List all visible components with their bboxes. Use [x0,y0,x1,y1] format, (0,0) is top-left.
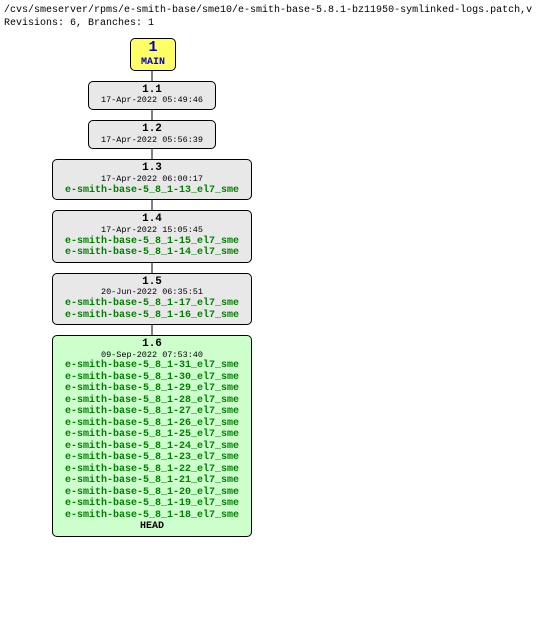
rev-1.4: 1.4 17-Apr-2022 15:05:45 e-smith-base-5_… [52,210,252,262]
rev-tag: e-smith-base-5_8_1-29_el7_sme [58,383,246,395]
rev-tag: e-smith-base-5_8_1-14_el7_sme [58,247,246,259]
rev-tag: e-smith-base-5_8_1-18_el7_sme [58,510,246,522]
rev-1.3: 1.3 17-Apr-2022 06:00:17 e-smith-base-5_… [52,159,252,200]
rev-tag: e-smith-base-5_8_1-24_el7_sme [58,441,246,453]
branch-main: 1 MAIN [130,38,176,71]
branch-main-label: MAIN [141,57,165,68]
revision-tree: 1 MAIN 1.1 17-Apr-2022 05:49:46 1.2 17-A… [4,38,544,537]
rev-tag: e-smith-base-5_8_1-17_el7_sme [58,298,246,310]
rev-date: 17-Apr-2022 05:56:39 [94,136,210,146]
rev-date: 17-Apr-2022 06:00:17 [58,175,246,185]
connector [4,71,304,81]
rev-tag: e-smith-base-5_8_1-30_el7_sme [58,372,246,384]
rev-date: 20-Jun-2022 06:35:51 [58,288,246,298]
rev-1.6: 1.6 09-Sep-2022 07:53:40 e-smith-base-5_… [52,335,252,537]
rev-tag: e-smith-base-5_8_1-20_el7_sme [58,487,246,499]
rev-date: 09-Sep-2022 07:53:40 [58,351,246,361]
rev-tag: e-smith-base-5_8_1-22_el7_sme [58,464,246,476]
rev-date: 17-Apr-2022 05:49:46 [94,96,210,106]
rev-version: 1.6 [58,338,246,351]
connector [4,325,304,335]
rev-tag: e-smith-base-5_8_1-26_el7_sme [58,418,246,430]
rev-head: HEAD [58,521,246,533]
rev-1.5: 1.5 20-Jun-2022 06:35:51 e-smith-base-5_… [52,273,252,325]
connector [4,200,304,210]
rev-tag: e-smith-base-5_8_1-15_el7_sme [58,236,246,248]
rev-tag: e-smith-base-5_8_1-19_el7_sme [58,498,246,510]
revisions-count: Revisions: 6, Branches: 1 [4,17,544,30]
rev-tag: e-smith-base-5_8_1-28_el7_sme [58,395,246,407]
rev-tag: e-smith-base-5_8_1-13_el7_sme [58,185,246,197]
rev-tag: e-smith-base-5_8_1-25_el7_sme [58,429,246,441]
rev-tag: e-smith-base-5_8_1-23_el7_sme [58,452,246,464]
rev-date: 17-Apr-2022 15:05:45 [58,226,246,236]
connector [4,110,304,120]
rev-version: 1.2 [94,123,210,136]
rev-tag: e-smith-base-5_8_1-27_el7_sme [58,406,246,418]
connector [4,149,304,159]
connector [4,263,304,273]
rev-version: 1.4 [58,213,246,226]
rev-1.2: 1.2 17-Apr-2022 05:56:39 [88,120,216,149]
rev-tag: e-smith-base-5_8_1-21_el7_sme [58,475,246,487]
rev-tag: e-smith-base-5_8_1-31_el7_sme [58,360,246,372]
branch-main-num: 1 [141,40,165,57]
file-path: /cvs/smeserver/rpms/e-smith-base/sme10/e… [4,4,544,17]
header: /cvs/smeserver/rpms/e-smith-base/sme10/e… [4,4,544,30]
rev-tag: e-smith-base-5_8_1-16_el7_sme [58,310,246,322]
rev-1.1: 1.1 17-Apr-2022 05:49:46 [88,81,216,110]
